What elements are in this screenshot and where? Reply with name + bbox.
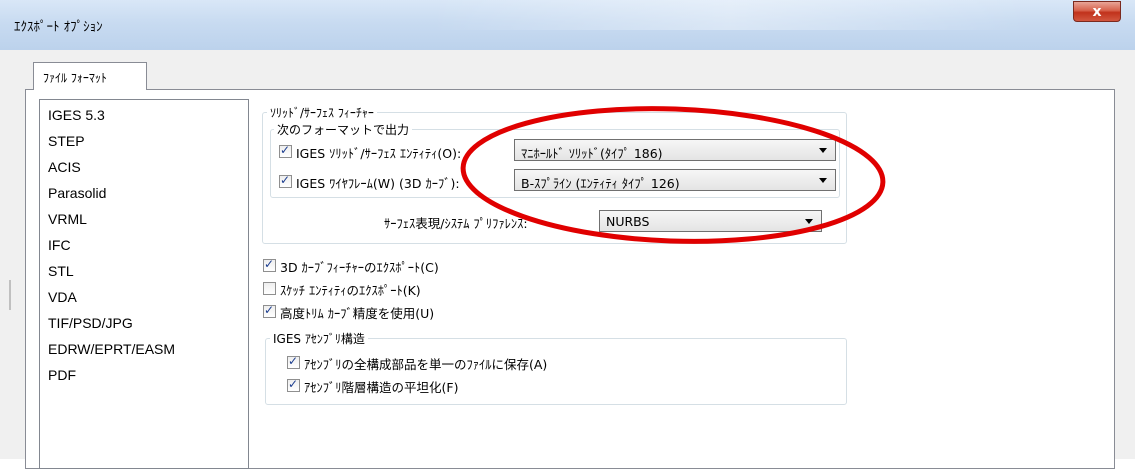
annotation-ellipse bbox=[460, 106, 886, 244]
annotation-ellipse-overlay bbox=[460, 106, 886, 244]
tab-file-format[interactable]: ﾌｧｲﾙ ﾌｫｰﾏｯﾄ bbox=[33, 62, 147, 90]
